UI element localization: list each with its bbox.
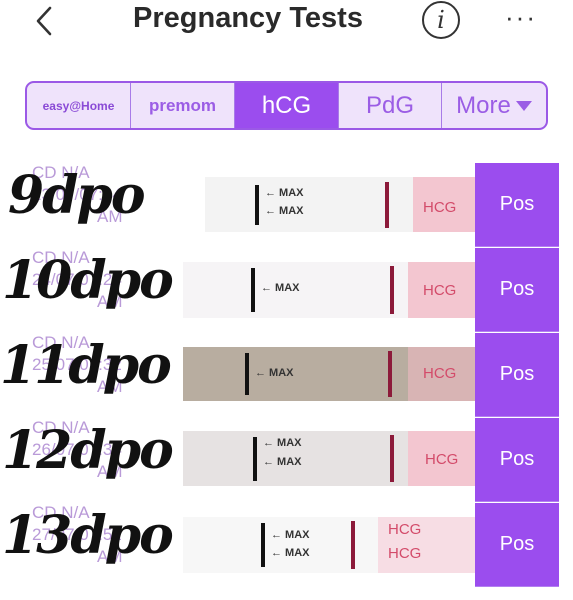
test-row[interactable]: CD N/A 24/07/07:24 AM ← MAX HCG 10dpo Po… [0, 248, 560, 333]
max-label: ← MAX [263, 437, 302, 449]
tab-hcg[interactable]: hCG [235, 83, 339, 128]
dpo-label: 11dpo [0, 335, 172, 396]
test-row[interactable]: CD N/A 25/07/07:32 AM ← MAX HCG 11dpo Po… [0, 333, 560, 418]
premom-logo: premom [148, 95, 217, 115]
result-badge[interactable]: Pos [475, 503, 559, 587]
hcg-label: HCG [423, 365, 457, 382]
test-line [351, 521, 355, 569]
dpo-label: 12dpo [2, 420, 174, 481]
test-row[interactable]: CD N/A 23/07/07:14 AM ← MAX ← MAX HCG 9d… [0, 163, 560, 248]
easy-home-logo: easy@Home [42, 98, 115, 113]
dpo-label: 10dpo [2, 250, 174, 311]
strip-edge-mark [245, 353, 249, 395]
caret-down-icon [515, 100, 532, 111]
hcg-label: HCG [388, 521, 422, 538]
more-options-button[interactable]: ··· [505, 2, 537, 33]
strip-edge-mark [255, 185, 259, 225]
hcg-label: HCG [388, 545, 422, 562]
max-label: ← MAX [271, 529, 310, 541]
hcg-label: HCG [423, 282, 457, 299]
result-badge[interactable]: Pos [475, 418, 559, 502]
test-strip-image: ← MAX HCG [183, 347, 475, 401]
tab-label: More [456, 91, 511, 119]
hcg-label: HCG [423, 199, 457, 216]
test-line [390, 266, 394, 314]
result-badge[interactable]: Pos [475, 248, 559, 332]
dpo-label: 13dpo [2, 505, 174, 566]
test-line [388, 351, 392, 397]
max-label: ← MAX [255, 367, 294, 379]
hcg-label: HCG [425, 451, 459, 468]
test-line [390, 435, 394, 482]
result-badge[interactable]: Pos [475, 333, 559, 417]
strip-edge-mark [251, 268, 255, 312]
test-row[interactable]: CD N/A 26/07/07:34 AM ← MAX ← MAX HCG 12… [0, 418, 560, 503]
info-button[interactable]: i [422, 1, 460, 39]
tab-more[interactable]: More [442, 83, 546, 128]
test-strip-image: ← MAX HCG [183, 262, 475, 318]
test-strip-image: ← MAX ← MAX HCG [183, 431, 475, 486]
test-strip-image: ← MAX ← MAX HCG [205, 177, 475, 232]
test-type-tabs: easy@Home premom hCG PdG More [25, 81, 548, 130]
test-line [385, 182, 389, 228]
max-label: ← MAX [271, 547, 310, 559]
max-label: ← MAX [261, 282, 300, 294]
result-badge[interactable]: Pos [475, 163, 559, 247]
tab-easy-home[interactable]: easy@Home [27, 83, 131, 128]
max-label: ← MAX [265, 187, 304, 199]
test-row[interactable]: CD N/A 27/07/07:52 AM ← MAX ← MAX HCG HC… [0, 503, 560, 588]
tab-pdg[interactable]: PdG [339, 83, 442, 128]
test-strip-image: ← MAX ← MAX HCG HCG [183, 517, 475, 573]
tab-premom[interactable]: premom [131, 83, 235, 128]
max-label: ← MAX [265, 205, 304, 217]
tab-label: hCG [261, 91, 312, 119]
strip-edge-mark [253, 437, 257, 481]
top-bar: Pregnancy Tests i ··· [0, 0, 573, 44]
max-label: ← MAX [263, 456, 302, 468]
strip-edge-mark [261, 523, 265, 567]
dpo-label: 9dpo [8, 165, 146, 226]
tab-label: PdG [365, 91, 415, 119]
